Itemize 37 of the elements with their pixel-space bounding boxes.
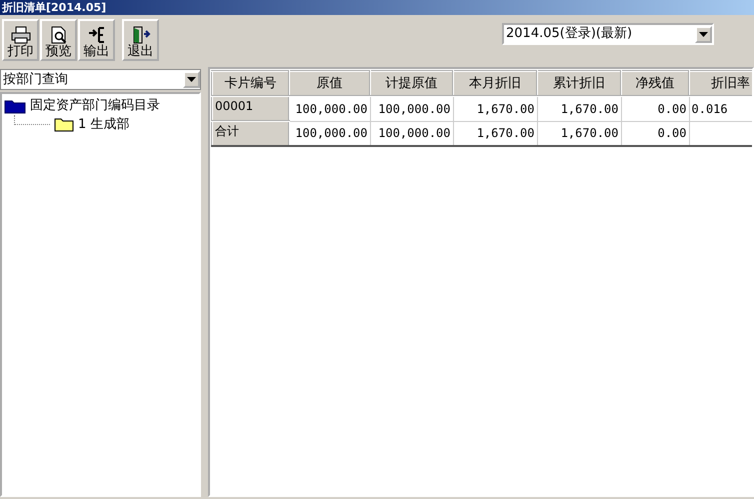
column-header[interactable]: 本月折旧: [453, 71, 537, 96]
folder-icon: [54, 117, 74, 132]
printer-icon: [10, 26, 30, 44]
table-cell: 100,000.00: [370, 121, 453, 146]
table-cell: 0.00: [621, 96, 689, 121]
export-icon: [86, 26, 106, 44]
row-header[interactable]: 00001: [212, 96, 289, 121]
toolbar-button[interactable]: 输出: [78, 19, 115, 61]
exit-door-icon: [130, 26, 150, 44]
column-header[interactable]: 计提原值: [370, 71, 453, 96]
column-header[interactable]: 净残值: [621, 71, 689, 96]
tree-item[interactable]: 1 生成部: [78, 114, 130, 134]
column-header[interactable]: 原值: [289, 71, 370, 96]
caret-icon[interactable]: [183, 71, 200, 88]
toolbar-button[interactable]: 预览: [40, 19, 77, 61]
folder-icon: [4, 98, 26, 114]
column-header[interactable]: 折旧率: [689, 71, 752, 96]
toolbar-button[interactable]: 退出: [122, 19, 159, 61]
column-header[interactable]: 卡片编号: [212, 71, 289, 96]
table-cell: 0.00: [621, 121, 689, 146]
tree-item[interactable]: 固定资产部门编码目录: [30, 96, 160, 116]
period-dropdown[interactable]: 2014.05(登录)(最新): [502, 23, 714, 45]
table-cell: 1,670.00: [537, 96, 621, 121]
table-cell: 100,000.00: [289, 121, 370, 146]
window-title: 折旧清单[2014.05]: [0, 0, 754, 15]
column-header[interactable]: 累计折旧: [537, 71, 621, 96]
table-cell: 100,000.00: [289, 96, 370, 121]
table-cell: 1,670.00: [453, 96, 537, 121]
caret-icon[interactable]: [695, 26, 712, 42]
toolbar-button[interactable]: 打印: [2, 19, 39, 61]
tree-connector: [14, 115, 50, 125]
row-header[interactable]: 合计: [212, 121, 289, 146]
table-cell: 1,670.00: [453, 121, 537, 146]
table-cell: 100,000.00: [370, 96, 453, 121]
table-cell: 1,670.00: [537, 121, 621, 146]
query-dropdown[interactable]: 按部门查询: [0, 69, 201, 90]
preview-icon: [48, 26, 68, 44]
